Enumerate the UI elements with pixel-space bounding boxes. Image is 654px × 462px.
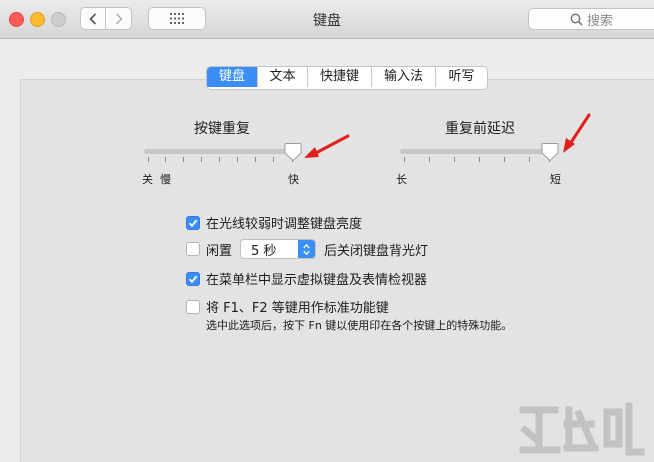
slider-tick <box>454 157 455 162</box>
repeat-delay-title: 重复前延迟 <box>445 121 515 137</box>
slider-tick <box>255 157 256 162</box>
key-repeat-track[interactable] <box>144 149 296 154</box>
tab-text[interactable]: 文本 <box>257 67 307 87</box>
option-backlight-idle[interactable]: 闲置 5 秒 后关闭键盘背光灯 <box>186 239 428 259</box>
backlight-idle-checkbox[interactable] <box>186 242 200 256</box>
auto-brightness-checkbox[interactable] <box>186 215 200 230</box>
key-repeat-title: 按键重复 <box>194 121 250 137</box>
show-viewer-checkbox[interactable] <box>186 271 200 286</box>
slider-tick <box>148 157 149 162</box>
slider-tick <box>529 157 530 162</box>
key-repeat-off-label: 关 <box>142 173 153 186</box>
fn-keys-description: 选中此选项后，按下 Fn 键以使用印在各个按键上的特殊功能。 <box>206 319 513 332</box>
checkmark-icon <box>188 219 198 227</box>
tab-dictation[interactable]: 听写 <box>435 67 487 87</box>
slider-tick <box>504 157 505 162</box>
slider-tick <box>237 157 238 162</box>
idle-duration-select[interactable]: 5 秒 <box>240 239 317 259</box>
watermark-logo-icon <box>519 402 645 456</box>
backlight-idle-prefix: 闲置 <box>206 243 233 259</box>
slider-tick <box>165 157 166 162</box>
tab-input-sources[interactable]: 输入法 <box>371 67 435 87</box>
repeat-delay-knob[interactable] <box>541 142 559 162</box>
repeat-delay-short-label: 短 <box>550 173 561 186</box>
magnifier-icon <box>570 13 583 26</box>
idle-duration-value: 5 秒 <box>251 243 277 259</box>
tab-bar: 键盘 文本 快捷键 输入法 听写 <box>206 66 488 90</box>
backlight-idle-suffix: 后关闭键盘背光灯 <box>324 243 429 259</box>
key-repeat-fast-label: 快 <box>288 173 299 186</box>
tab-keyboard[interactable]: 键盘 <box>207 67 257 87</box>
slider-tick <box>479 157 480 162</box>
slider-tick <box>404 157 405 162</box>
slider-tick <box>183 157 184 162</box>
repeat-delay-track[interactable] <box>400 149 554 154</box>
search-field[interactable]: 搜索 <box>528 8 654 30</box>
fn-keys-label: 将 F1、F2 等键用作标准功能键 <box>206 301 389 316</box>
option-show-viewer[interactable]: 在菜单栏中显示虚拟键盘及表情检视器 <box>186 269 427 288</box>
search-placeholder: 搜索 <box>586 13 613 29</box>
annotation-arrow-icon <box>563 113 591 153</box>
tab-shortcuts[interactable]: 快捷键 <box>307 67 371 87</box>
slider-tick <box>201 157 202 162</box>
window-toolbar: 键盘 搜索 <box>0 0 654 39</box>
fn-keys-checkbox[interactable] <box>186 299 200 314</box>
stepper-icon[interactable] <box>298 240 316 258</box>
repeat-delay-long-label: 长 <box>396 173 407 186</box>
option-auto-brightness[interactable]: 在光线较弱时调整键盘亮度 <box>186 213 362 232</box>
slider-tick <box>273 157 274 162</box>
annotation-arrow-icon <box>304 134 350 158</box>
key-repeat-slow-label: 慢 <box>160 173 171 186</box>
option-fn-keys[interactable]: 将 F1、F2 等键用作标准功能键 <box>186 297 389 316</box>
show-viewer-label: 在菜单栏中显示虚拟键盘及表情检视器 <box>206 273 428 288</box>
slider-tick <box>429 157 430 162</box>
auto-brightness-label: 在光线较弱时调整键盘亮度 <box>206 217 363 232</box>
checkmark-icon <box>188 275 198 283</box>
slider-tick <box>219 157 220 162</box>
